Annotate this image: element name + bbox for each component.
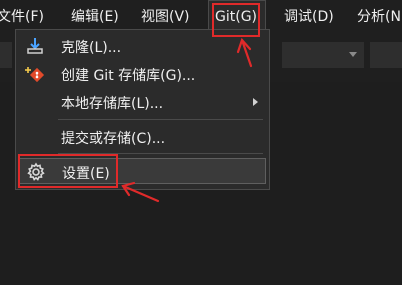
menu-item-label: 创建 Git 存储库(G)... <box>61 68 196 84</box>
chevron-down-icon <box>349 52 357 57</box>
menu-bar: 文件(F) 编辑(E) 视图(V) Git(G) 调试(D) 分析(N <box>0 0 402 30</box>
menu-debug[interactable]: 调试(D) <box>284 0 334 30</box>
menu-analyze[interactable]: 分析(N <box>357 0 401 30</box>
git-create-icon <box>25 64 45 84</box>
toolbar-dropdown-platform[interactable] <box>282 42 364 68</box>
menu-item-create-git-repo[interactable]: 创建 Git 存储库(G)... <box>19 61 266 87</box>
menu-file[interactable]: 文件(F) <box>0 0 44 30</box>
toolbar-dropdown-right[interactable] <box>370 42 402 68</box>
menu-item-label: 克隆(L)... <box>61 40 122 56</box>
annotation-highlight-settings <box>18 154 118 188</box>
menu-item-commit-or-stash[interactable]: 提交或存储(C)... <box>19 124 266 150</box>
menu-separator <box>58 119 263 120</box>
clone-download-icon <box>25 36 45 56</box>
annotation-highlight-git <box>212 3 260 37</box>
toolbar-dropdown-left[interactable] <box>0 42 12 68</box>
menu-view[interactable]: 视图(V) <box>141 0 190 30</box>
menu-item-label: 提交或存储(C)... <box>61 131 166 147</box>
menu-item-label: 本地存储库(L)... <box>61 96 164 112</box>
submenu-arrow-icon <box>253 98 258 106</box>
menu-edit[interactable]: 编辑(E) <box>71 0 119 30</box>
menu-item-local-repos[interactable]: 本地存储库(L)... <box>19 89 266 115</box>
